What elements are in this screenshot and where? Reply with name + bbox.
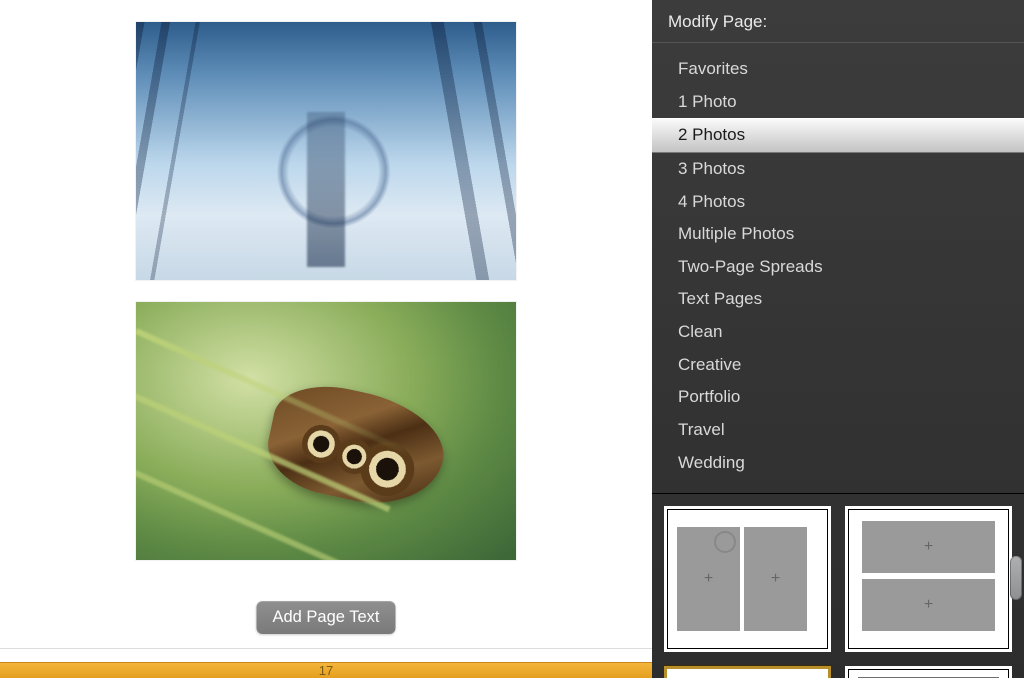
category-3-photos[interactable]: 3 Photos: [652, 153, 1024, 186]
category-favorites[interactable]: Favorites: [652, 53, 1024, 86]
photo-slot-1[interactable]: [136, 22, 516, 280]
page-content: [0, 0, 652, 678]
template-2-with-text[interactable]: + +: [845, 666, 1012, 678]
category-4-photos[interactable]: 4 Photos: [652, 186, 1024, 219]
add-page-text-button[interactable]: Add Page Text: [256, 601, 395, 634]
category-wedding[interactable]: Wedding: [652, 447, 1024, 480]
page-number-bar[interactable]: 17: [0, 662, 652, 678]
category-1-photo[interactable]: 1 Photo: [652, 86, 1024, 119]
template-slot: +: [862, 579, 995, 631]
layout-category-list: Favorites 1 Photo 2 Photos 3 Photos 4 Ph…: [652, 43, 1024, 494]
template-grid: + + + + + + + +: [652, 494, 1024, 678]
template-slot: +: [862, 521, 995, 573]
category-creative[interactable]: Creative: [652, 349, 1024, 382]
category-multiple-photos[interactable]: Multiple Photos: [652, 218, 1024, 251]
category-2-photos[interactable]: 2 Photos: [652, 118, 1024, 153]
template-slot: +: [677, 527, 740, 631]
app-root: Add Page Text 17 Modify Page: Favorites …: [0, 0, 1024, 678]
template-slot: +: [744, 527, 807, 631]
photo-slot-2[interactable]: [136, 302, 516, 560]
template-2-stacked-centered[interactable]: + +: [664, 666, 831, 678]
category-text-pages[interactable]: Text Pages: [652, 283, 1024, 316]
category-portfolio[interactable]: Portfolio: [652, 381, 1024, 414]
category-travel[interactable]: Travel: [652, 414, 1024, 447]
template-2-stacked-wide[interactable]: + +: [845, 506, 1012, 651]
sidebar-header: Modify Page:: [652, 0, 1024, 43]
modify-page-sidebar: Modify Page: Favorites 1 Photo 2 Photos …: [652, 0, 1024, 678]
template-2-side-by-side[interactable]: + +: [664, 506, 831, 651]
page-canvas[interactable]: Add Page Text 17: [0, 0, 652, 678]
template-scrollbar[interactable]: [1010, 556, 1022, 600]
category-two-page-spreads[interactable]: Two-Page Spreads: [652, 251, 1024, 284]
category-clean[interactable]: Clean: [652, 316, 1024, 349]
page-footer-bars: 17: [0, 648, 652, 678]
footer-spacer: [0, 648, 652, 662]
